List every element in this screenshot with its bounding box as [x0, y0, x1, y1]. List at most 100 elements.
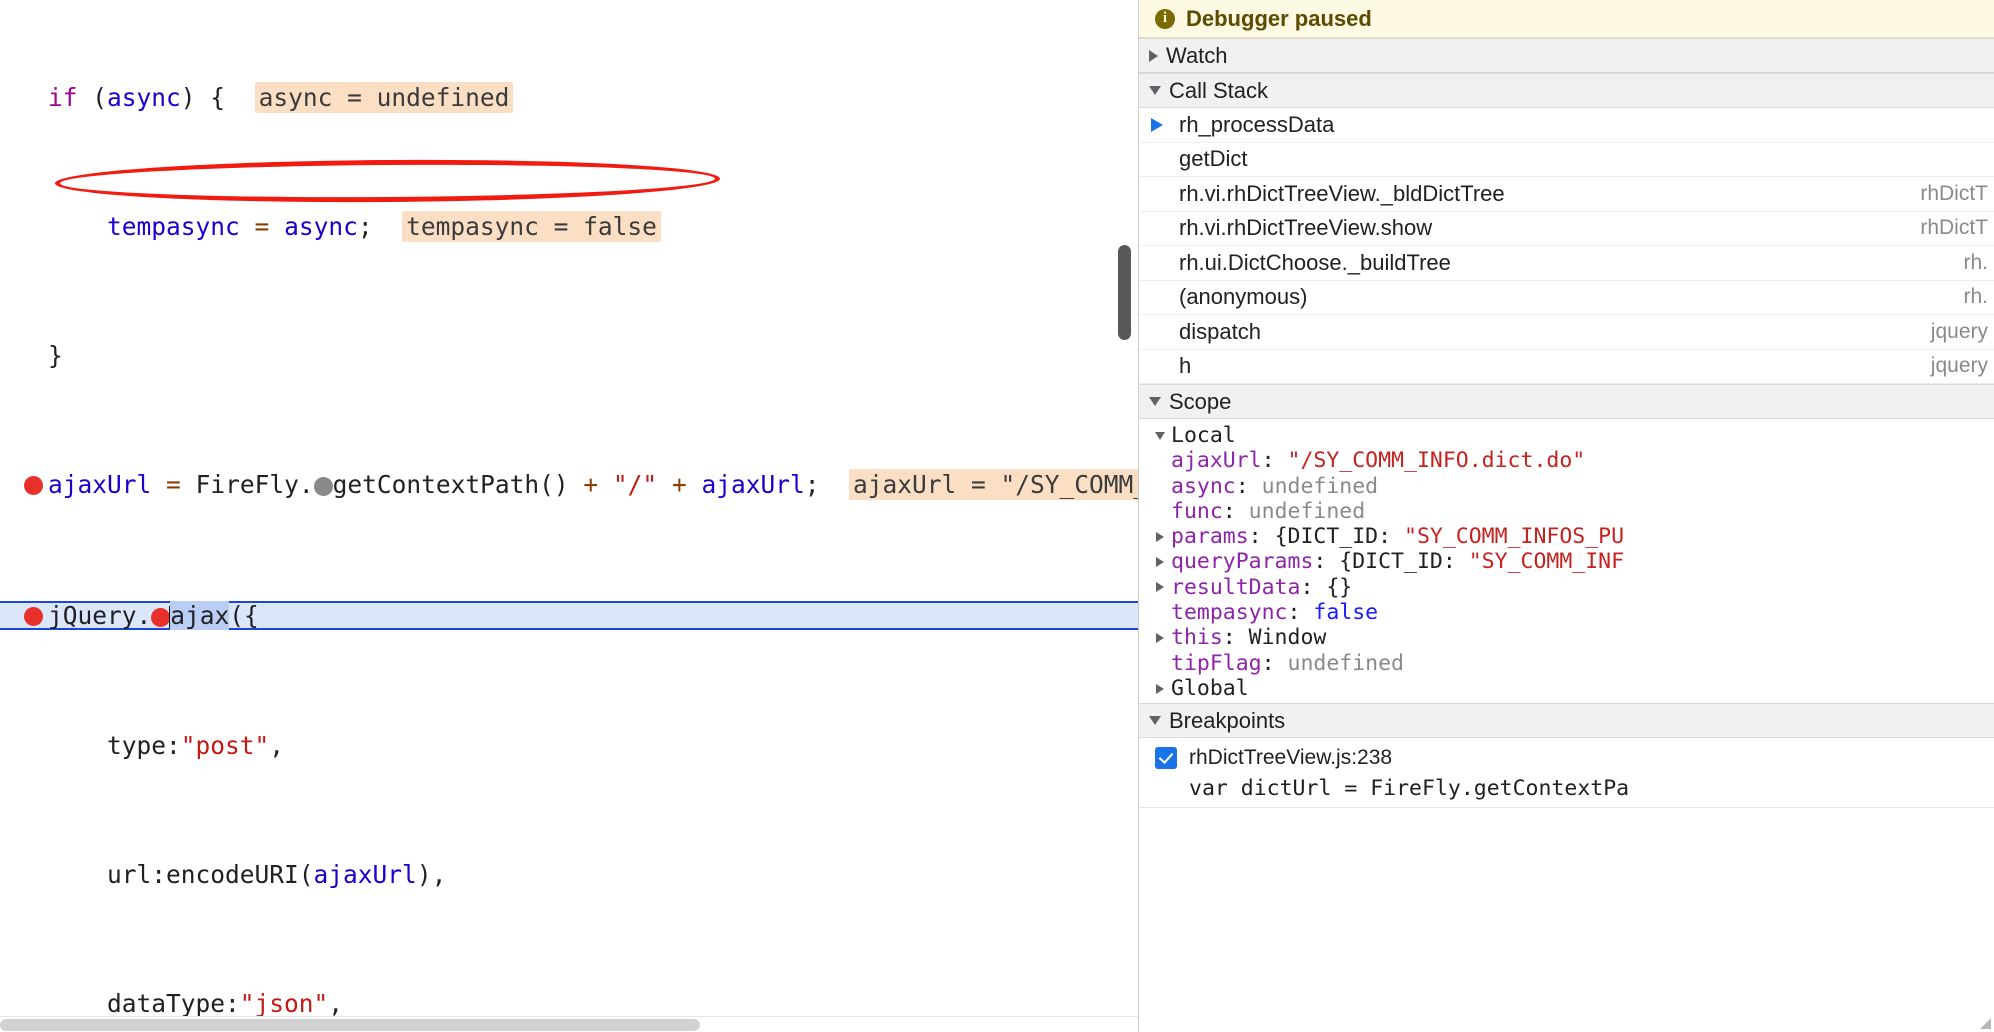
- scope-var-value-prefix: {DICT_ID:: [1339, 549, 1469, 575]
- scope-var-key: ajaxUrl: [1171, 448, 1262, 474]
- scope-var-resultData[interactable]: resultData: {}: [1139, 575, 1994, 600]
- section-scope-label: Scope: [1169, 388, 1232, 414]
- code-line-breakpoint[interactable]: ajaxUrl = FireFly. getContextPath() + "/"…: [0, 469, 1138, 501]
- call-stack-list: rh_processData getDict rh.vi.rhDictTreeV…: [1139, 108, 1994, 384]
- inline-value-hint: async = undefined: [254, 82, 514, 114]
- call-stack-frame-location: rh.: [1963, 285, 1988, 309]
- breakpoint-checkbox[interactable]: [1155, 747, 1177, 770]
- scope-var-value: undefined: [1261, 473, 1379, 499]
- call-stack-frame-name: rh_processData: [1179, 111, 1335, 137]
- breakpoint-code-preview[interactable]: var dictUrl = FireFly.getContextPa: [1139, 770, 1994, 801]
- scope-colon: :: [1261, 448, 1288, 474]
- call-stack-frame[interactable]: rh.vi.rhDictTreeView._bldDictTree rhDict…: [1139, 177, 1994, 212]
- scope-group-global[interactable]: Global: [1139, 676, 1994, 701]
- arrow-right-icon: [1151, 117, 1163, 132]
- debugger-sidebar: i Debugger paused Watch Call Stack rh_pr…: [1138, 0, 1994, 1032]
- info-icon: i: [1155, 8, 1175, 29]
- call-stack-frame-name: dispatch: [1179, 318, 1261, 344]
- code-line-executing[interactable]: jQuery. ajax({: [0, 601, 1138, 631]
- call-stack-frame-location: rh.: [1963, 250, 1988, 274]
- call-stack-frame-location: rhDictT: [1920, 181, 1988, 205]
- call-stack-frame[interactable]: (anonymous) rh.: [1139, 281, 1994, 315]
- resize-grip-icon[interactable]: [1980, 1018, 1991, 1029]
- call-stack-frame[interactable]: h jquery: [1139, 350, 1994, 384]
- scope-var-func[interactable]: func: undefined: [1139, 499, 1994, 524]
- scope-var-key: tipFlag: [1171, 650, 1262, 676]
- divider: [1139, 807, 1994, 809]
- scope-var-this[interactable]: this: Window: [1139, 625, 1994, 650]
- chevron-right-icon[interactable]: [1149, 531, 1171, 542]
- source-vertical-scrollbar[interactable]: [1118, 0, 1132, 1032]
- scope-var-value: "/SY_COMM_INFO.dict.do": [1287, 448, 1586, 474]
- source-vertical-scrollbar-thumb[interactable]: [1118, 245, 1131, 340]
- chevron-down-icon[interactable]: [1149, 431, 1171, 440]
- code-line[interactable]: }: [0, 343, 1138, 369]
- chevron-right-icon[interactable]: [1149, 49, 1158, 62]
- scope-var-key: tempasync: [1171, 600, 1288, 626]
- scope-group-local[interactable]: Local: [1139, 423, 1994, 448]
- call-stack-frame[interactable]: rh.ui.DictChoose._buildTree rh.: [1139, 246, 1994, 281]
- chevron-right-icon[interactable]: [1149, 557, 1171, 568]
- inline-value-hint: ajaxUrl = "/SY_COMM_INFO.dict.do": [849, 469, 1138, 501]
- scope-var-ajaxUrl[interactable]: ajaxUrl: "/SY_COMM_INFO.dict.do": [1139, 448, 1994, 473]
- chevron-right-icon[interactable]: [1149, 683, 1171, 694]
- call-stack-frame[interactable]: getDict: [1139, 143, 1994, 177]
- call-stack-frame-location: jquery: [1930, 354, 1988, 378]
- current-frame-marker: [1151, 117, 1179, 132]
- code-line[interactable]: if (async) { async = undefined: [0, 82, 1138, 114]
- breakpoint-dot-inline-icon[interactable]: [151, 608, 171, 628]
- section-breakpoints[interactable]: Breakpoints: [1139, 703, 1994, 739]
- scope-var-tempasync[interactable]: tempasync: false: [1139, 600, 1994, 625]
- scope-var-value: Window: [1248, 625, 1327, 651]
- breakpoint-location[interactable]: rhDictTreeView.js:238: [1189, 746, 1392, 770]
- scope-group-label: Global: [1171, 675, 1249, 701]
- scope-var-queryParams[interactable]: queryParams: {DICT_ID: "SY_COMM_INF: [1139, 549, 1994, 574]
- call-stack-frame-location: jquery: [1930, 319, 1988, 343]
- conditional-breakpoint-dot-icon[interactable]: [313, 477, 333, 497]
- scope-var-params[interactable]: params: {DICT_ID: "SY_COMM_INFOS_PU: [1139, 524, 1994, 549]
- breakpoint-dot-icon[interactable]: [24, 607, 43, 627]
- call-stack-frame-name: (anonymous): [1179, 284, 1308, 310]
- scope-var-key: queryParams: [1171, 549, 1314, 575]
- scope-colon: :: [1222, 498, 1249, 524]
- call-stack-frame-location: rhDictT: [1920, 216, 1988, 240]
- debugger-paused-banner: i Debugger paused: [1139, 0, 1994, 38]
- scope-var-value: false: [1313, 600, 1379, 626]
- scope-colon: :: [1261, 650, 1288, 676]
- call-stack-frame-active[interactable]: rh_processData: [1139, 108, 1994, 143]
- call-stack-frame[interactable]: rh.vi.rhDictTreeView.show rhDictT: [1139, 212, 1994, 246]
- source-code-panel[interactable]: if (async) { async = undefined tempasync…: [0, 0, 1138, 1032]
- chevron-right-icon[interactable]: [1149, 582, 1171, 593]
- scope-var-value: "SY_COMM_INF: [1468, 549, 1625, 575]
- source-horizontal-scrollbar[interactable]: [0, 1016, 1138, 1032]
- scope-colon: :: [1222, 625, 1249, 651]
- source-horizontal-scrollbar-thumb[interactable]: [0, 1019, 700, 1031]
- code-line[interactable]: tempasync = async; tempasync = false: [0, 211, 1138, 243]
- call-stack-frame-name: rh.vi.rhDictTreeView.show: [1179, 215, 1433, 241]
- scope-colon: :: [1235, 473, 1262, 499]
- code-line[interactable]: url:encodeURI(ajaxUrl),: [0, 862, 1138, 888]
- scope-var-tipFlag[interactable]: tipFlag: undefined: [1139, 651, 1994, 676]
- scope-var-value: {}: [1326, 574, 1353, 600]
- scope-var-async[interactable]: async: undefined: [1139, 474, 1994, 499]
- chevron-down-icon[interactable]: [1149, 716, 1161, 726]
- debugger-paused-label: Debugger paused: [1186, 5, 1372, 31]
- section-call-stack[interactable]: Call Stack: [1139, 73, 1994, 108]
- code-line[interactable]: dataType:"json",: [0, 991, 1138, 1017]
- scope-var-key: this: [1171, 625, 1223, 651]
- call-stack-frame-name: rh.vi.rhDictTreeView._bldDictTree: [1179, 180, 1505, 206]
- scope-tree: Local ajaxUrl: "/SY_COMM_INFO.dict.do" a…: [1139, 419, 1994, 703]
- scope-var-key: func: [1171, 498, 1223, 524]
- code-line[interactable]: type:"post",: [0, 733, 1138, 759]
- breakpoint-dot-icon[interactable]: [24, 476, 43, 496]
- breakpoint-list-item[interactable]: rhDictTreeView.js:238 var dictUrl = Fire…: [1139, 738, 1994, 814]
- chevron-down-icon[interactable]: [1149, 397, 1161, 406]
- section-watch[interactable]: Watch: [1139, 38, 1994, 73]
- section-scope[interactable]: Scope: [1139, 384, 1994, 419]
- call-stack-frame[interactable]: dispatch jquery: [1139, 315, 1994, 350]
- chevron-right-icon[interactable]: [1149, 633, 1171, 644]
- code-editor-content[interactable]: if (async) { async = undefined tempasync…: [0, 0, 1138, 1032]
- chevron-down-icon[interactable]: [1149, 86, 1161, 95]
- section-breakpoints-label: Breakpoints: [1169, 707, 1286, 733]
- section-watch-label: Watch: [1166, 42, 1228, 68]
